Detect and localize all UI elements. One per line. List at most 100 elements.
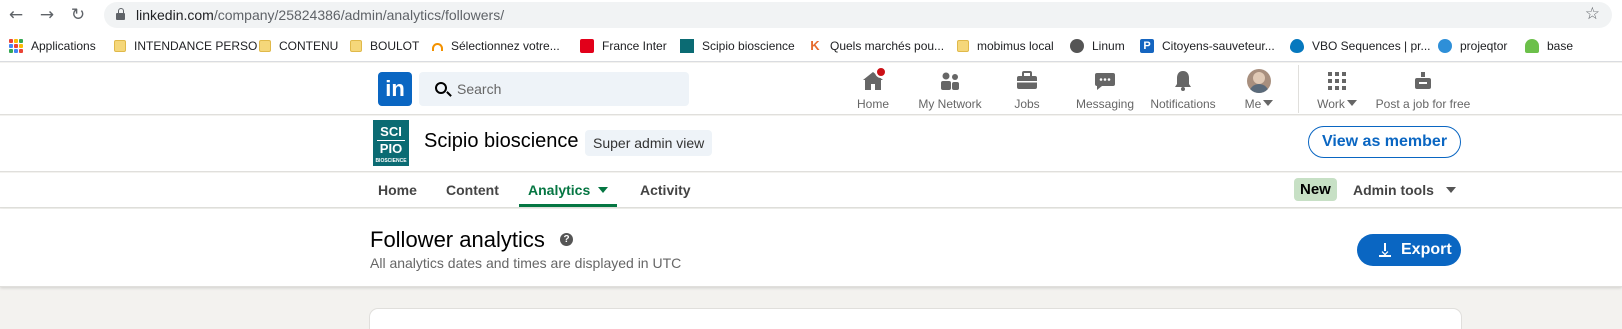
logo-text-small: BIOSCIENCE — [375, 158, 407, 164]
bookmark-base[interactable]: base — [1525, 37, 1573, 55]
tab-activity[interactable]: Activity — [640, 182, 691, 198]
linkedin-global-nav: in Home My Network Jobs Messaging Notifi… — [0, 63, 1622, 115]
p-icon: P — [1140, 39, 1154, 53]
page-subtitle: All analytics dates and times are displa… — [370, 255, 682, 271]
bookmark-star-icon[interactable]: ☆ — [1585, 4, 1600, 24]
bookmark-selectionnez[interactable]: Sélectionnez votre... — [432, 37, 560, 55]
linkedin-logo-icon[interactable]: in — [378, 72, 412, 106]
bookmark-france-inter[interactable]: France Inter — [580, 37, 667, 55]
globe-icon — [1070, 39, 1084, 53]
chevron-down-icon — [1346, 100, 1357, 106]
url-text[interactable]: linkedin.com/company/25824386/admin/anal… — [136, 7, 504, 23]
chevron-down-icon — [598, 187, 609, 193]
bookmark-label: mobimus local — [977, 39, 1054, 53]
forward-arrow-icon[interactable]: → — [37, 5, 57, 25]
post-job-icon — [1415, 72, 1431, 89]
company-header: SCI PIO BIOSCIENCE Scipio bioscience Sup… — [0, 116, 1622, 172]
nav-me[interactable]: Me — [1240, 69, 1278, 111]
bookmarks-bar: Applications INTENDANCE PERSO CONTENU BO… — [0, 30, 1622, 62]
back-arrow-icon[interactable]: ← — [6, 5, 26, 25]
headphones-icon — [432, 43, 443, 51]
nav-divider — [1298, 65, 1299, 113]
grid-icon — [1328, 72, 1346, 90]
base-icon — [1525, 39, 1539, 53]
bookmark-mobimus-local[interactable]: mobimus local — [957, 37, 1054, 55]
bookmark-label: France Inter — [602, 39, 667, 53]
bookmark-label: BOULOT — [370, 39, 420, 53]
chevron-down-icon — [1263, 100, 1274, 106]
admin-tabs: Home Content Analytics Activity New Admi… — [0, 173, 1622, 208]
bookmark-quels-marches[interactable]: K Quels marchés pou... — [808, 37, 944, 55]
admin-tools-dropdown[interactable]: Admin tools — [1353, 182, 1456, 198]
nav-my-network[interactable]: My Network — [917, 69, 983, 111]
bookmark-label: projeqtor — [1460, 39, 1508, 53]
bookmark-projeqtor[interactable]: projeqtor — [1438, 37, 1507, 55]
bookmark-label: Applications — [31, 39, 96, 53]
nav-messaging[interactable]: Messaging — [1074, 69, 1136, 111]
bookmark-scipio[interactable]: Scipio bioscience — [680, 37, 795, 55]
nav-work[interactable]: Work — [1314, 69, 1360, 111]
bookmark-vbo-sequences[interactable]: VBO Sequences | pr... — [1290, 37, 1431, 55]
download-icon — [1379, 243, 1391, 257]
nav-label: Messaging — [1075, 97, 1135, 111]
help-icon[interactable]: ? — [560, 233, 573, 246]
search-input[interactable] — [457, 79, 677, 99]
admin-view-badge: Super admin view — [585, 130, 713, 156]
bookmark-boulot[interactable]: BOULOT — [350, 37, 419, 55]
view-as-member-button[interactable]: View as member — [1308, 126, 1461, 158]
scipio-icon — [680, 39, 694, 53]
browser-toolbar: ← → ↻ linkedin.com/company/25824386/admi… — [0, 0, 1622, 30]
bookmark-intendance-perso[interactable]: INTENDANCE PERSO — [114, 37, 257, 55]
nav-post-job[interactable]: Post a job for free — [1375, 69, 1471, 111]
nav-notifications[interactable]: Notifications — [1149, 69, 1217, 111]
logo-text-top: SCI — [380, 124, 402, 139]
folder-icon — [957, 40, 969, 52]
chevron-down-icon — [1445, 187, 1456, 193]
tab-analytics[interactable]: Analytics — [528, 182, 609, 198]
export-label: Export — [1401, 241, 1452, 258]
nav-label: My Network — [918, 97, 982, 111]
page-title: Follower analytics — [370, 227, 545, 252]
bell-icon — [1175, 71, 1191, 91]
search-bar[interactable] — [419, 72, 689, 106]
logo-text-bottom: PIO — [379, 141, 403, 156]
lock-icon — [116, 8, 125, 20]
nav-me-label: Me — [1240, 97, 1278, 111]
bookmark-contenu[interactable]: CONTENU — [259, 37, 338, 55]
nav-label: Home — [856, 97, 889, 111]
avatar — [1247, 69, 1271, 93]
address-bar[interactable]: linkedin.com/company/25824386/admin/anal… — [104, 2, 1612, 28]
apps-grid-icon — [9, 39, 23, 53]
bookmark-label: VBO Sequences | pr... — [1312, 39, 1431, 53]
nav-label: Notifications — [1150, 97, 1216, 111]
bookmark-citoyens[interactable]: P Citoyens-sauveteur... — [1140, 37, 1275, 55]
bookmark-label: base — [1547, 39, 1574, 53]
notification-dot — [875, 66, 887, 78]
bookmark-linum[interactable]: Linum — [1070, 37, 1125, 55]
nav-label: Jobs — [1014, 97, 1040, 111]
nav-home[interactable]: Home — [856, 66, 890, 111]
company-name: Scipio bioscience — [424, 130, 579, 152]
bookmark-applications[interactable]: Applications — [9, 37, 96, 55]
follower-analytics-header: Follower analytics ? All analytics dates… — [0, 209, 1622, 287]
reload-icon[interactable]: ↻ — [68, 5, 88, 25]
folder-icon — [350, 40, 362, 52]
search-icon — [435, 82, 447, 94]
nav-jobs[interactable]: Jobs — [1011, 69, 1043, 111]
messaging-icon — [1095, 73, 1115, 90]
bookmark-label: Quels marchés pou... — [830, 39, 945, 53]
active-tab-indicator — [519, 204, 617, 207]
export-button[interactable]: Export — [1357, 234, 1461, 266]
briefcase-icon — [1017, 71, 1037, 89]
url-host: linkedin.com — [136, 7, 214, 23]
network-icon — [941, 72, 959, 90]
company-logo[interactable]: SCI PIO BIOSCIENCE — [373, 120, 409, 166]
k-icon: K — [810, 38, 820, 53]
new-badge: New — [1294, 178, 1337, 201]
tab-content[interactable]: Content — [446, 182, 499, 198]
bookmark-label: CONTENU — [279, 39, 339, 53]
tab-home[interactable]: Home — [378, 182, 417, 198]
france-inter-icon — [580, 39, 594, 53]
analytics-card — [370, 309, 1461, 329]
folder-icon — [114, 40, 126, 52]
